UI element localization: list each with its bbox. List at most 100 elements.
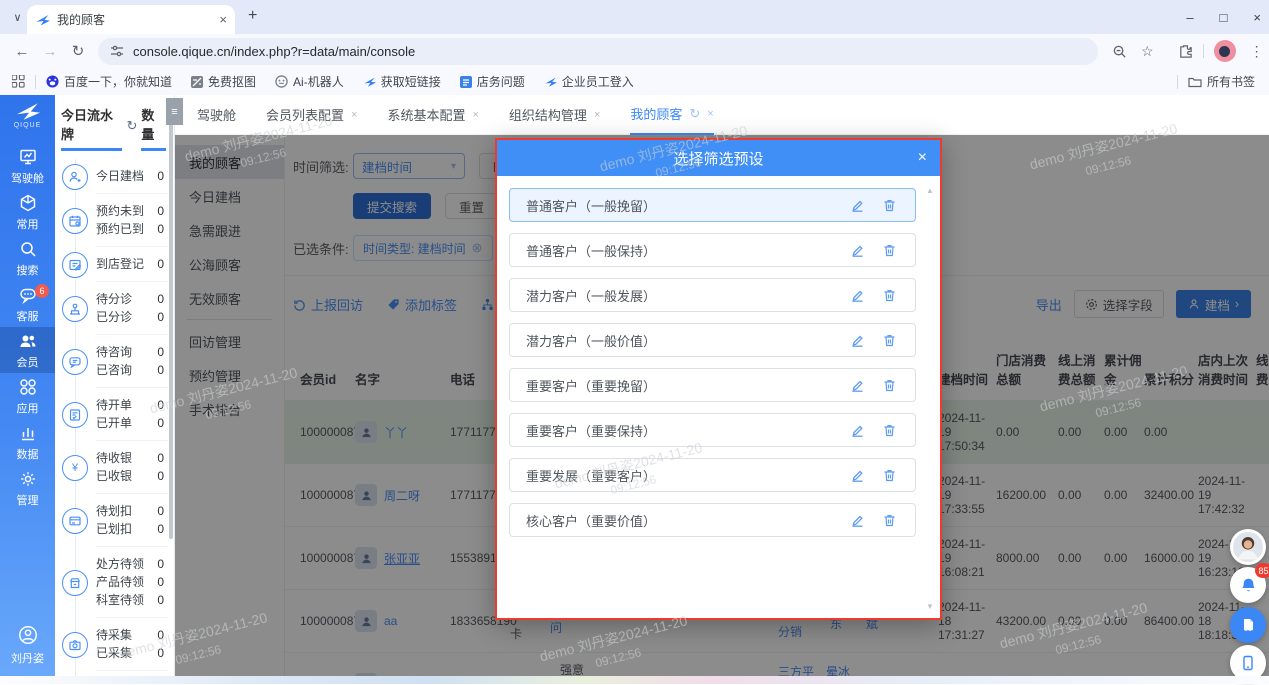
preset-item[interactable]: 重要发展（重要客户）: [509, 458, 916, 492]
app-logo[interactable]: QIQUE: [0, 95, 55, 143]
tab-my-customers[interactable]: 我的顾客↻×: [630, 95, 713, 135]
preset-item[interactable]: 潜力客户（一般价值）: [509, 323, 916, 357]
bookmark-shortlink[interactable]: 获取短链接: [363, 73, 441, 90]
window-close-button[interactable]: ×: [1253, 10, 1261, 25]
window-maximize-button[interactable]: □: [1220, 10, 1228, 25]
stats-scrollbar[interactable]: [169, 109, 173, 539]
stats-refresh-icon[interactable]: ↻: [126, 118, 137, 134]
tab-member-list-config[interactable]: 会员列表配置×: [266, 95, 357, 135]
chrome-menu-icon[interactable]: ⋮: [1250, 43, 1264, 60]
tab-system-config[interactable]: 系统基本配置×: [387, 95, 478, 135]
stat-row[interactable]: 已开单0: [96, 414, 168, 432]
tab-close-icon[interactable]: ×: [472, 109, 478, 121]
sidebar-item-common[interactable]: 常用: [0, 189, 55, 235]
stat-row[interactable]: 预约已到0: [96, 220, 168, 238]
modal-scrollbar[interactable]: ▲ ▼: [925, 186, 935, 611]
stat-row[interactable]: 待分诊0: [96, 290, 168, 308]
edit-icon[interactable]: [850, 468, 865, 483]
sidebar-item-support[interactable]: 6 客服: [0, 281, 55, 327]
service-avatar-button[interactable]: [1230, 529, 1266, 565]
browser-tab[interactable]: 我的顾客 ×: [27, 5, 235, 34]
delete-icon[interactable]: [882, 243, 897, 258]
sidebar-user[interactable]: 刘丹姿: [0, 624, 55, 666]
sidebar-item-apps[interactable]: 应用: [0, 373, 55, 419]
preset-item[interactable]: 核心客户（重要价值）: [509, 503, 916, 537]
sidebar-item-data[interactable]: 数据: [0, 419, 55, 465]
extensions-icon[interactable]: [1178, 44, 1193, 59]
stat-row[interactable]: 预约未到0: [96, 202, 168, 220]
bookmark-store-issues[interactable]: 店务问题: [460, 73, 525, 90]
url-bar[interactable]: console.qique.cn/index.php?r=data/main/c…: [98, 38, 1098, 65]
delete-icon[interactable]: [882, 423, 897, 438]
delete-icon[interactable]: [882, 513, 897, 528]
stat-row[interactable]: 待收银0: [96, 449, 168, 467]
edit-icon[interactable]: [850, 423, 865, 438]
stat-row[interactable]: 待采集0: [96, 626, 168, 644]
preset-item[interactable]: 重要客户（重要挽留）: [509, 368, 916, 402]
stat-row[interactable]: 待咨询0: [96, 343, 168, 361]
tab-org-structure[interactable]: 组织结构管理×: [509, 95, 600, 135]
back-button[interactable]: ←: [8, 43, 36, 60]
stat-row[interactable]: 待开单0: [96, 396, 168, 414]
tab-close-icon[interactable]: ×: [594, 109, 600, 121]
stat-row[interactable]: 处方待领0: [96, 555, 168, 573]
tab-dashboard[interactable]: 驾驶舱: [197, 95, 236, 135]
window-minimize-button[interactable]: –: [1186, 10, 1193, 25]
delete-icon[interactable]: [882, 468, 897, 483]
preset-item[interactable]: 重要客户（重要保持）: [509, 413, 916, 447]
bookmark-star-icon[interactable]: ☆: [1141, 43, 1154, 60]
stat-row[interactable]: 已采集0: [96, 644, 168, 662]
preset-item[interactable]: 普通客户（一般挽留）: [509, 188, 916, 222]
new-tab-button[interactable]: +: [248, 7, 257, 25]
preset-item[interactable]: 潜力客户（一般发展）: [509, 278, 916, 312]
tab-close-icon[interactable]: ×: [707, 108, 713, 120]
scroll-up-icon[interactable]: ▲: [926, 186, 934, 195]
stat-row[interactable]: 科室待领0: [96, 591, 168, 609]
sidebar-item-dashboard[interactable]: 驾驶舱: [0, 143, 55, 189]
zoom-icon[interactable]: [1112, 44, 1127, 59]
apps-grid-icon[interactable]: [12, 75, 25, 88]
tab-close-icon[interactable]: ×: [219, 12, 227, 27]
site-settings-icon[interactable]: [110, 44, 124, 58]
modal-close-icon[interactable]: ×: [918, 140, 927, 176]
menu-collapse-button[interactable]: ≡: [166, 98, 183, 125]
bookmark-koutu[interactable]: 免费抠图: [191, 73, 256, 90]
windows-taskbar-edge[interactable]: [0, 676, 1269, 684]
notifications-button[interactable]: 85: [1230, 567, 1266, 603]
scroll-down-icon[interactable]: ▼: [926, 602, 934, 611]
stat-row[interactable]: 产品待领0: [96, 573, 168, 591]
tab-search-button[interactable]: ∨: [8, 8, 27, 27]
bookmark-employee-login[interactable]: 企业员工登入: [544, 73, 634, 90]
delete-icon[interactable]: [882, 288, 897, 303]
sidebar-item-settings[interactable]: 管理: [0, 465, 55, 511]
edit-icon[interactable]: [850, 198, 865, 213]
members-icon: [18, 331, 38, 351]
documents-button[interactable]: DOC: [1230, 607, 1266, 643]
stat-row[interactable]: 已划扣0: [96, 520, 168, 538]
stat-row[interactable]: 已咨询0: [96, 361, 168, 379]
edit-icon[interactable]: [850, 243, 865, 258]
tab-close-icon[interactable]: ×: [351, 109, 357, 121]
sidebar-item-search[interactable]: 搜索: [0, 235, 55, 281]
bookmark-baidu[interactable]: 百度一下，你就知道: [46, 73, 172, 90]
edit-icon[interactable]: [850, 513, 865, 528]
delete-icon[interactable]: [882, 333, 897, 348]
delete-icon[interactable]: [882, 198, 897, 213]
sidebar-item-members[interactable]: 会员: [0, 327, 55, 373]
stat-row[interactable]: 到店登记0: [96, 255, 168, 273]
profile-avatar[interactable]: [1214, 40, 1236, 62]
edit-icon[interactable]: [850, 333, 865, 348]
reload-button[interactable]: ↻: [64, 42, 92, 60]
edit-icon[interactable]: [850, 288, 865, 303]
preset-item[interactable]: 普通客户（一般保持）: [509, 233, 916, 267]
all-bookmarks-button[interactable]: 所有书签: [1188, 73, 1255, 90]
stat-row[interactable]: 已分诊0: [96, 308, 168, 326]
bookmark-ai-robot[interactable]: Ai-机器人: [275, 73, 344, 90]
stat-row[interactable]: 待划扣0: [96, 502, 168, 520]
tab-refresh-icon[interactable]: ↻: [689, 106, 700, 122]
delete-icon[interactable]: [882, 378, 897, 393]
forward-button[interactable]: →: [36, 43, 64, 60]
edit-icon[interactable]: [850, 378, 865, 393]
stat-row[interactable]: 已收银0: [96, 467, 168, 485]
stat-row[interactable]: 今日建档0: [96, 167, 168, 185]
